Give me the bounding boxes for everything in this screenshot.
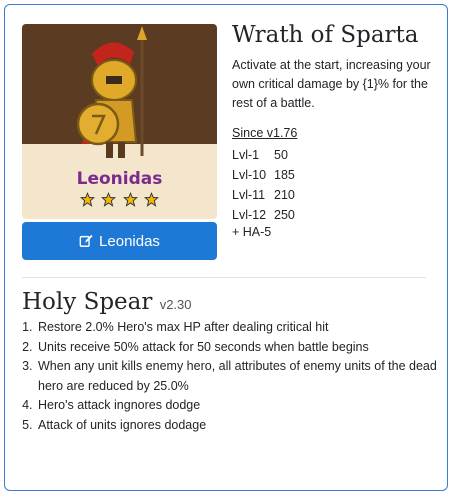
- level-row: Lvl-12 250: [232, 205, 295, 225]
- list-item: When any unit kills enemy hero, all attr…: [36, 357, 448, 396]
- weapon-perk-list: Restore 2.0% Hero's max HP after dealing…: [18, 318, 448, 435]
- level-row: Lvl-1 50: [232, 145, 295, 165]
- level-label: Lvl-12: [232, 208, 267, 222]
- star-icon: [79, 192, 95, 207]
- hero-edit-button-label: Leonidas: [99, 232, 160, 250]
- level-value: 250: [274, 208, 295, 222]
- level-label: Lvl-10: [232, 168, 267, 182]
- list-item: Units receive 50% attack for 50 seconds …: [36, 338, 448, 358]
- skill-since-version: Since v1.76: [232, 126, 298, 140]
- level-row: Lvl-11 210: [232, 185, 295, 205]
- skill-level-table: Lvl-1 50 Lvl-10 185 Lvl-11 210 Lvl-12 250: [232, 145, 295, 225]
- list-item: Hero's attack ingnores dodge: [36, 396, 448, 416]
- section-divider: [22, 277, 426, 278]
- level-value: 210: [274, 188, 295, 202]
- skill-extra-note: + HA-5: [232, 225, 272, 239]
- skill-title: Wrath of Sparta: [232, 22, 419, 48]
- edit-icon: [79, 234, 93, 247]
- weapon-name: Holy Spear: [22, 289, 153, 315]
- skill-description: Activate at the start, increasing your o…: [232, 58, 431, 110]
- level-row: Lvl-10 185: [232, 165, 295, 185]
- spartan-warrior-image: [76, 26, 147, 158]
- star-icon: [122, 192, 138, 207]
- star-icon: [144, 192, 160, 207]
- list-item: Attack of units ignores dodage: [36, 416, 448, 436]
- hero-edit-button[interactable]: Leonidas: [22, 222, 217, 260]
- list-item: Restore 2.0% Hero's max HP after dealing…: [36, 318, 448, 338]
- level-value: 185: [274, 168, 295, 182]
- star-icon: [101, 192, 117, 207]
- weapon-title: Holy Spear v2.30: [22, 289, 192, 315]
- level-label: Lvl-1: [232, 148, 260, 162]
- hero-portrait: Leonidas: [22, 24, 217, 219]
- level-value: 50: [274, 148, 288, 162]
- weapon-version: v2.30: [159, 297, 192, 312]
- level-label: Lvl-11: [232, 188, 266, 202]
- hero-star-rating: [22, 192, 217, 212]
- hero-name-label: Leonidas: [76, 169, 163, 189]
